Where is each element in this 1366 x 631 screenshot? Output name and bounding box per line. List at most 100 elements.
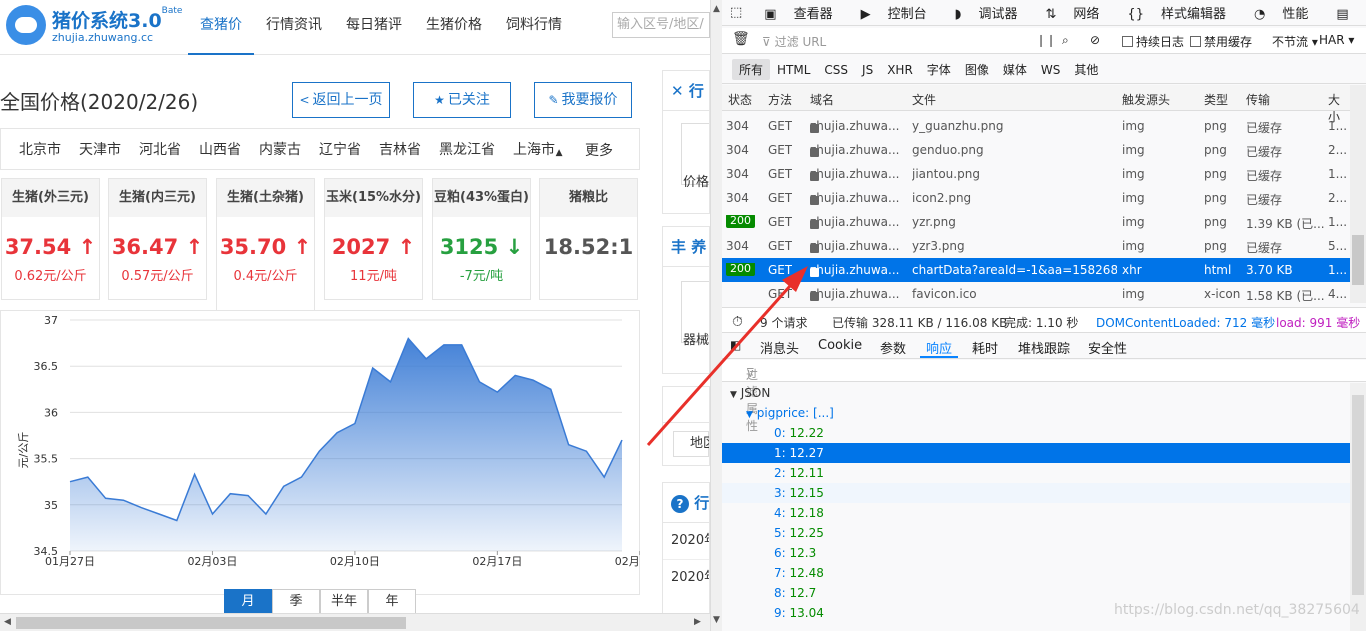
json-array-item[interactable]: 0: 12.22 bbox=[722, 423, 1350, 443]
json-array-item[interactable]: 8: 12.7 bbox=[722, 583, 1350, 603]
tool-performance[interactable]: ◔ 性能 bbox=[1240, 3, 1322, 22]
side-widget-label[interactable]: 价格 bbox=[663, 171, 709, 190]
type-filter[interactable]: XHR bbox=[880, 61, 920, 79]
column-header[interactable]: 触发源头 bbox=[1122, 91, 1170, 108]
json-root-node[interactable]: ▼ JSON bbox=[722, 383, 1350, 403]
tab-params[interactable]: 参数 bbox=[880, 338, 906, 357]
search-icon[interactable]: ⌕ bbox=[1062, 33, 1069, 48]
price-card[interactable]: 生猪(内三元) 36.47 ↑ 0.57元/公斤 bbox=[108, 178, 207, 300]
type-filter[interactable]: CSS bbox=[817, 61, 855, 79]
tab-stack-trace[interactable]: 堆栈跟踪 bbox=[1018, 338, 1070, 357]
column-header[interactable]: 方法 bbox=[768, 91, 792, 108]
request-row[interactable]: GET zhujia.zhuwa... favicon.ico img x-icon 1.… bbox=[722, 282, 1350, 306]
back-button[interactable]: < 返回上一页 bbox=[292, 82, 390, 118]
json-array-item[interactable]: 7: 12.48 bbox=[722, 563, 1350, 583]
tool-network[interactable]: ⇅ 网络 bbox=[1032, 3, 1114, 22]
tab-timings[interactable]: 耗时 bbox=[972, 338, 998, 357]
follow-button[interactable]: ★ 已关注 bbox=[413, 82, 511, 118]
tab-quarter[interactable]: 季 bbox=[272, 589, 320, 615]
json-array-item[interactable]: 6: 12.3 bbox=[722, 543, 1350, 563]
scrollbar-thumb[interactable] bbox=[1352, 395, 1364, 595]
nav-item-pig-price[interactable]: 生猪价格 bbox=[414, 0, 494, 55]
scrollbar-thumb[interactable] bbox=[1352, 235, 1364, 285]
region-link[interactable]: 北京市 bbox=[1, 139, 70, 159]
region-link[interactable]: 内蒙古 bbox=[250, 139, 310, 159]
type-filter[interactable]: 媒体 bbox=[996, 59, 1034, 80]
horizontal-scrollbar[interactable]: ◀ ▶ bbox=[0, 613, 710, 631]
filter-props-input[interactable]: ⊽ 过滤属性 bbox=[722, 360, 1366, 433]
type-filter-all[interactable]: 所有 bbox=[732, 59, 771, 80]
block-icon[interactable]: ⊘ bbox=[1090, 33, 1100, 47]
response-scrollbar[interactable] bbox=[1350, 383, 1366, 631]
request-row[interactable]: 304 GET zhujia.zhuwa... icon2.png img png 已缓存 2… bbox=[722, 186, 1350, 210]
request-row[interactable]: 304 GET zhujia.zhuwa... y_guanzhu.png img png… bbox=[722, 114, 1350, 138]
pane-splitter[interactable]: ▲ ▼ bbox=[710, 0, 722, 631]
type-filter[interactable]: 字体 bbox=[920, 59, 958, 80]
scroll-up-icon[interactable]: ▲ bbox=[713, 4, 720, 14]
scroll-right-icon[interactable]: ▶ bbox=[694, 617, 701, 627]
price-card[interactable]: 猪粮比 18.52:1 bbox=[539, 178, 638, 300]
scrollbar-thumb[interactable] bbox=[16, 617, 406, 629]
json-array-item[interactable]: 4: 12.18 bbox=[722, 503, 1350, 523]
column-header[interactable]: 状态 bbox=[728, 91, 752, 108]
tool-console[interactable]: ▶ 控制台 bbox=[847, 3, 941, 22]
pig-logo-icon[interactable] bbox=[6, 5, 46, 45]
tab-response[interactable]: 响应 bbox=[926, 338, 952, 357]
tab-headers[interactable]: 消息头 bbox=[760, 338, 799, 357]
column-header[interactable]: 域名 bbox=[810, 91, 834, 108]
request-list-scrollbar[interactable] bbox=[1350, 85, 1366, 303]
request-row[interactable]: 304 GET zhujia.zhuwa... yzr3.png img png 已缓存 5.… bbox=[722, 234, 1350, 258]
report-price-button[interactable]: ✎ 我要报价 bbox=[534, 82, 632, 118]
persist-log-checkbox[interactable]: 持续日志 bbox=[1122, 33, 1184, 50]
region-link[interactable]: 辽宁省 bbox=[310, 139, 370, 159]
faq-item[interactable]: 2020年 bbox=[663, 560, 709, 596]
price-card[interactable]: 生猪(外三元) 37.54 ↑ 0.62元/公斤 bbox=[1, 178, 100, 300]
request-row[interactable]: 304 GET zhujia.zhuwa... genduo.png img png 已缓存… bbox=[722, 138, 1350, 162]
json-array-item[interactable]: 1: 12.27 bbox=[722, 443, 1350, 463]
region-link[interactable]: 河北省 bbox=[130, 139, 190, 159]
type-filter[interactable]: WS bbox=[1034, 61, 1067, 79]
scroll-left-icon[interactable]: ◀ bbox=[4, 617, 11, 627]
json-array-item[interactable]: 2: 12.11 bbox=[722, 463, 1350, 483]
scroll-down-icon[interactable]: ▼ bbox=[713, 615, 720, 625]
side-widget-label[interactable]: 器械 bbox=[663, 329, 709, 348]
panel-toggle-icon[interactable]: ◧ bbox=[730, 338, 741, 352]
column-header[interactable]: 类型 bbox=[1204, 91, 1228, 108]
type-filter[interactable]: JS bbox=[855, 61, 880, 79]
region-link[interactable]: 天津市 bbox=[70, 139, 130, 159]
faq-item[interactable]: 2020年 bbox=[663, 523, 709, 560]
json-array-item[interactable]: 5: 12.25 bbox=[722, 523, 1350, 543]
region-link[interactable]: 吉林省 bbox=[370, 139, 430, 159]
disable-cache-checkbox[interactable]: 禁用缓存 bbox=[1190, 33, 1252, 50]
type-filter[interactable]: HTML bbox=[770, 61, 817, 79]
nav-item-feed[interactable]: 饲料行情 bbox=[494, 0, 574, 55]
price-card-active[interactable]: 生猪(土杂猪) 35.70 ↑ 0.4元/公斤 bbox=[216, 178, 315, 310]
request-row[interactable]: 200 GET zhujia.zhuwa... yzr.png img png 1.39 K… bbox=[722, 210, 1350, 234]
trash-icon[interactable]: 🗑 bbox=[732, 31, 750, 47]
json-array-item[interactable]: 3: 12.15 bbox=[722, 483, 1350, 503]
request-row[interactable]: 200 GET zhujia.zhuwa... chartData?areaId=-1… bbox=[722, 258, 1350, 282]
column-header[interactable]: 传输 bbox=[1246, 91, 1270, 108]
more-regions-button[interactable]: ▲ 更多 bbox=[538, 140, 631, 160]
nav-item-daily-review[interactable]: 每日猪评 bbox=[334, 0, 414, 55]
element-picker-icon[interactable]: ⬚ bbox=[722, 5, 750, 20]
request-row[interactable]: 304 GET zhujia.zhuwa... jiantou.png img png 已缓… bbox=[722, 162, 1350, 186]
tool-inspector[interactable]: ▣ 查看器 bbox=[750, 3, 846, 22]
tab-month[interactable]: 月 bbox=[224, 589, 272, 615]
region-select[interactable]: 地区 bbox=[673, 431, 709, 457]
nav-item-news[interactable]: 行情资讯 bbox=[254, 0, 334, 55]
region-link[interactable]: 黑龙江省 bbox=[430, 139, 504, 159]
tool-debugger[interactable]: ◗ 调试器 bbox=[941, 3, 1032, 22]
har-menu[interactable]: HAR ▾ bbox=[1319, 33, 1354, 47]
type-filter[interactable]: 其他 bbox=[1067, 59, 1105, 80]
pause-icon[interactable]: ❘❘ bbox=[1036, 33, 1056, 47]
search-input[interactable]: 输入区号/地区/ bbox=[612, 12, 710, 38]
tool-memory[interactable]: ▤ 内存 bbox=[1322, 3, 1366, 22]
tab-cookies[interactable]: Cookie bbox=[818, 338, 862, 353]
tab-half-year[interactable]: 半年 bbox=[320, 589, 368, 615]
price-card[interactable]: 玉米(15%水分) 2027 ↑ 11元/吨 bbox=[324, 178, 423, 300]
json-array-node[interactable]: ▼ pigprice: [...] bbox=[722, 403, 1350, 423]
filter-url-input[interactable]: ⊽ 过滤 URL bbox=[762, 33, 826, 50]
price-card[interactable]: 豆粕(43%蛋白) 3125 ↓ -7元/吨 bbox=[432, 178, 531, 300]
region-link[interactable]: 山西省 bbox=[190, 139, 250, 159]
